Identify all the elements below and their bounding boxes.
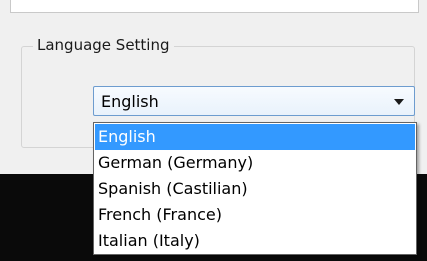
- language-combobox[interactable]: English: [93, 86, 415, 116]
- window-top-edge: [0, 0, 427, 14]
- group-title: Language Setting: [33, 36, 174, 54]
- chevron-down-icon[interactable]: [394, 99, 404, 105]
- list-item-french[interactable]: French (France): [95, 202, 415, 228]
- list-item-english[interactable]: English: [95, 124, 415, 150]
- language-dropdown-list[interactable]: English German (Germany) Spanish (Castil…: [93, 122, 417, 255]
- top-panel: [10, 0, 419, 13]
- list-item-italian[interactable]: Italian (Italy): [95, 228, 415, 254]
- list-item-spanish[interactable]: Spanish (Castilian): [95, 176, 415, 202]
- combobox-value: English: [101, 92, 159, 111]
- list-item-german[interactable]: German (Germany): [95, 150, 415, 176]
